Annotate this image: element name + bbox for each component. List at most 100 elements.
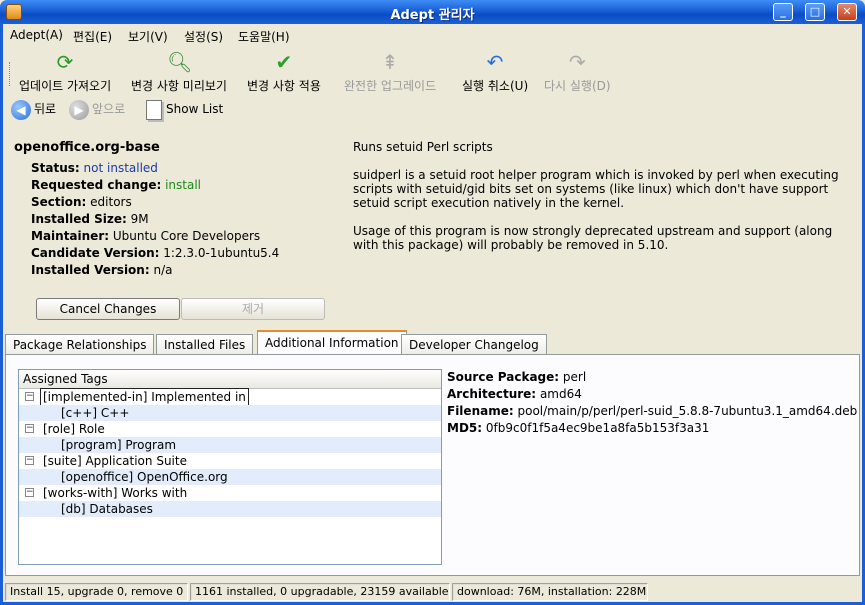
requested-change-label: Requested change:	[31, 178, 162, 192]
preview-changes-label: 변경 사항 미리보기	[131, 79, 227, 93]
status-package-counts: 1161 installed, 0 upgradable, 23159 avai…	[190, 583, 450, 601]
maintainer-value: Ubuntu Core Developers	[112, 229, 261, 243]
full-upgrade-button[interactable]: ⇞ 완전한 업그레이드	[344, 50, 436, 94]
installed-size-value: 9M	[130, 212, 149, 226]
section-value: editors	[90, 195, 132, 209]
md5-label: MD5:	[447, 421, 483, 435]
source-package-value: perl	[562, 370, 587, 384]
description-paragraph-2: Usage of this program is now strongly de…	[353, 224, 833, 252]
tree-item[interactable]: − [works-with] Works with	[19, 485, 441, 501]
assigned-tags-tree[interactable]: Assigned Tags − [implemented-in] Impleme…	[18, 369, 442, 565]
menu-bar: Adept(A) 편집(E) 보기(V) 설정(S) 도움말(H)	[3, 24, 862, 46]
back-arrow-icon: ◀	[11, 99, 31, 120]
title-bar: Adept 관리자 _ □ ✕	[0, 0, 865, 24]
toolbar: ⟳ 업데이트 가져오기 🔍︎ 변경 사항 미리보기 ✔ 변경 사항 적용 ⇞ 완…	[3, 48, 862, 94]
tab-package-relationships[interactable]: Package Relationships	[5, 334, 155, 356]
collapse-icon[interactable]: −	[25, 392, 34, 401]
refresh-icon: ⟳	[56, 50, 74, 74]
undo-button[interactable]: ↶ 실행 취소(U)	[462, 50, 528, 94]
package-properties: Status: not installed Requested change: …	[31, 160, 331, 279]
status-changes: Install 15, upgrade 0, remove 0	[5, 583, 188, 601]
show-list-button[interactable]: Show List	[146, 98, 223, 120]
tab-developer-changelog[interactable]: Developer Changelog	[401, 334, 547, 356]
navigation-bar: ◀ 뒤로 ▶ 앞으로 Show List	[3, 96, 862, 122]
md5-value: 0fb9c0f1f5a4ec9be1a8fa5b153f3a31	[485, 421, 710, 435]
menu-help[interactable]: 도움말(H)	[238, 28, 290, 45]
installed-size-label: Installed Size:	[31, 212, 127, 226]
status-label: Status:	[31, 161, 80, 175]
tree-item-label: [role] Role	[43, 422, 105, 436]
package-file-info: Source Package: perl Architecture: amd64…	[447, 369, 857, 437]
tree-item-label: [openoffice] OpenOffice.org	[61, 470, 228, 484]
menu-view[interactable]: 보기(V)	[128, 28, 168, 45]
menu-edit[interactable]: 편집(E)	[73, 28, 112, 45]
redo-icon: ↷	[568, 50, 586, 74]
checkmark-icon: ✔	[275, 50, 293, 74]
architecture-value: amd64	[539, 387, 582, 401]
show-list-label: Show List	[166, 102, 224, 116]
filename-label: Filename:	[447, 404, 514, 418]
apply-changes-button[interactable]: ✔ 변경 사항 적용	[247, 50, 321, 94]
tree-item[interactable]: − [implemented-in] Implemented in	[19, 388, 441, 406]
toolbar-grip[interactable]	[9, 62, 12, 86]
cancel-changes-button[interactable]: Cancel Changes	[36, 298, 180, 320]
description-paragraph-1: suidperl is a setuid root helper program…	[353, 168, 839, 210]
tree-item[interactable]: [c++] C++	[19, 405, 441, 421]
candidate-version-value: 1:2.3.0-1ubuntu5.4	[163, 246, 280, 260]
architecture-label: Architecture:	[447, 387, 537, 401]
source-package-label: Source Package:	[447, 370, 560, 384]
filename-value: pool/main/p/perl/perl-suid_5.8.8-7ubuntu…	[517, 404, 858, 418]
installed-version-label: Installed Version:	[31, 263, 150, 277]
forward-button[interactable]: ▶ 앞으로	[69, 98, 125, 120]
tree-header[interactable]: Assigned Tags	[19, 370, 441, 389]
tree-item-label: [db] Databases	[61, 502, 153, 516]
maximize-button[interactable]: □	[805, 3, 825, 21]
tree-item-label: [works-with] Works with	[43, 486, 188, 500]
status-value: not installed	[83, 161, 158, 175]
package-description: Runs setuid Perl scripts suidperl is a s…	[353, 140, 853, 266]
fetch-updates-label: 업데이트 가져오기	[19, 79, 112, 93]
tree-item-label: [program] Program	[61, 438, 177, 452]
undo-icon: ↶	[486, 50, 504, 74]
tree-item-label: [suite] Application Suite	[43, 454, 187, 468]
back-label: 뒤로	[34, 102, 57, 116]
forward-label: 앞으로	[92, 102, 126, 116]
tree-item[interactable]: [openoffice] OpenOffice.org	[19, 469, 441, 485]
collapse-icon[interactable]: −	[25, 488, 34, 497]
candidate-version-label: Candidate Version:	[31, 246, 160, 260]
status-bar: Install 15, upgrade 0, remove 0 1161 ins…	[3, 582, 862, 602]
remove-button[interactable]: 제거	[181, 298, 325, 320]
document-icon	[146, 99, 162, 120]
installed-version-value: n/a	[153, 263, 173, 277]
magnifier-icon: 🔍︎	[166, 50, 193, 74]
package-name: openoffice.org-base	[14, 140, 160, 155]
menu-settings[interactable]: 설정(S)	[184, 28, 223, 45]
tree-item[interactable]: − [role] Role	[19, 421, 441, 437]
fetch-updates-button[interactable]: ⟳ 업데이트 가져오기	[19, 50, 111, 94]
tree-item-label: [implemented-in] Implemented in	[40, 388, 249, 406]
minimize-button[interactable]: _	[773, 3, 793, 21]
section-label: Section:	[31, 195, 87, 209]
menu-adept[interactable]: Adept(A)	[10, 28, 63, 42]
description-summary: Runs setuid Perl scripts	[353, 140, 493, 154]
tab-additional-information[interactable]: Additional Information	[257, 330, 407, 356]
collapse-icon[interactable]: −	[25, 424, 34, 433]
window-title: Adept 관리자	[390, 8, 475, 23]
additional-information-panel: Assigned Tags − [implemented-in] Impleme…	[5, 354, 860, 576]
maintainer-label: Maintainer:	[31, 229, 110, 243]
back-button[interactable]: ◀ 뒤로	[11, 98, 56, 120]
undo-label: 실행 취소(U)	[462, 79, 529, 93]
tree-item-label: [c++] C++	[61, 406, 130, 420]
redo-label: 다시 실행(D)	[544, 79, 611, 93]
close-button[interactable]: ✕	[837, 3, 857, 21]
tab-bar: Package Relationships Installed Files Ad…	[5, 330, 860, 356]
collapse-icon[interactable]: −	[25, 456, 34, 465]
tree-item[interactable]: [program] Program	[19, 437, 441, 453]
redo-button[interactable]: ↷ 다시 실행(D)	[544, 50, 611, 94]
status-download-size: download: 76M, installation: 228M	[452, 583, 648, 601]
tree-item[interactable]: [db] Databases	[19, 501, 441, 517]
tab-installed-files[interactable]: Installed Files	[156, 334, 254, 356]
tree-item[interactable]: − [suite] Application Suite	[19, 453, 441, 469]
preview-changes-button[interactable]: 🔍︎ 변경 사항 미리보기	[131, 50, 227, 94]
full-upgrade-label: 완전한 업그레이드	[344, 79, 437, 93]
